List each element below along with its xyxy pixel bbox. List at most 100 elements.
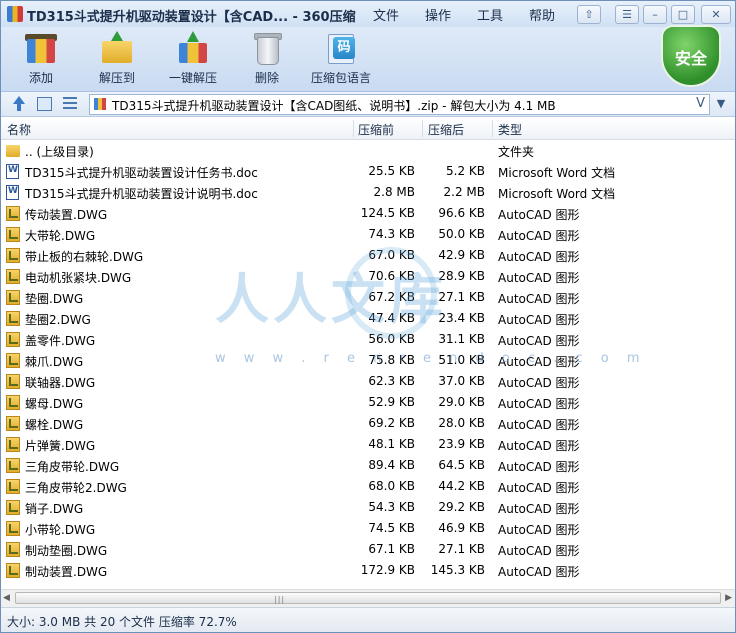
file-size-after: 44.2 KB [438,479,485,493]
column-compressed[interactable]: 压缩前 [358,121,394,138]
file-size-after: 27.1 KB [438,290,485,304]
table-row[interactable]: TD315斗式提升机驱动装置设计说明书.doc 2.8 MB 2.2 MB Micro… [1,182,735,203]
file-name: 制动垫圈.DWG [25,544,108,558]
file-type: AutoCAD 图形 [498,418,580,432]
up-arrow-icon[interactable] [11,96,27,112]
menu-help[interactable]: 帮助 [529,5,555,24]
dwg-file-icon [6,500,20,515]
table-row[interactable]: 小带轮.DWG 74.5 KB 46.9 KB AutoCAD 图形 [1,518,735,539]
dwg-file-icon [6,353,20,368]
file-name: 三角皮带轮.DWG [25,460,120,474]
table-row[interactable]: 三角皮带轮.DWG 89.4 KB 64.5 KB AutoCAD 图形 [1,455,735,476]
file-size-before: 62.3 KB [368,374,415,388]
close-button[interactable]: ✕ [701,5,731,24]
file-size-before: 48.1 KB [368,437,415,451]
file-size-after: 27.1 KB [438,542,485,556]
table-row[interactable]: 制动装置.DWG 172.9 KB 145.3 KB AutoCAD 图形 [1,560,735,581]
dwg-file-icon [6,416,20,431]
menu-operation[interactable]: 操作 [425,5,451,24]
window-title: TD315斗式提升机驱动装置设计【含CAD... - 360压缩 [27,10,356,25]
security-button[interactable]: 安全 [661,25,721,91]
menu-file[interactable]: 文件 [373,5,399,24]
delete-button[interactable]: 删除 [233,31,301,89]
file-type: AutoCAD 图形 [498,544,580,558]
list-header: 名称 压缩前 压缩后 类型 [1,118,735,140]
history-dropdown-icon[interactable]: ▼ [711,95,731,113]
table-row[interactable]: 制动垫圈.DWG 67.1 KB 27.1 KB AutoCAD 图形 [1,539,735,560]
dwg-file-icon [6,563,20,578]
table-row[interactable]: .. (上级目录) 文件夹 [1,140,735,161]
archive-language-button[interactable]: 码 压缩包语言 [307,31,375,89]
scroll-left-icon[interactable]: ◀ [3,593,10,603]
minimize-button[interactable]: – [643,5,667,24]
table-row[interactable]: 带止板的右棘轮.DWG 67.0 KB 42.9 KB AutoCAD 图形 [1,245,735,266]
table-row[interactable]: 传动装置.DWG 124.5 KB 96.6 KB AutoCAD 图形 [1,203,735,224]
thumbnail-view-icon[interactable] [37,97,52,111]
table-row[interactable]: 垫圈2.DWG 47.4 KB 23.4 KB AutoCAD 图形 [1,308,735,329]
extract-to-button[interactable]: 解压到 [83,31,151,89]
file-type: AutoCAD 图形 [498,481,580,495]
path-dropdown-icon[interactable]: V [696,96,705,111]
file-size-before: 124.5 KB [360,206,415,220]
file-name: 联轴器.DWG [25,376,96,390]
scroll-thumb[interactable]: ||| [15,592,721,604]
file-type: AutoCAD 图形 [498,376,580,390]
dwg-file-icon [6,332,20,347]
table-row[interactable]: 联轴器.DWG 62.3 KB 37.0 KB AutoCAD 图形 [1,371,735,392]
file-type: AutoCAD 图形 [498,502,580,516]
file-type: Microsoft Word 文档 [498,166,616,180]
horizontal-scrollbar[interactable]: ◀ ||| ▶ [1,589,735,607]
file-name: 棘爪.DWG [25,355,84,369]
file-list: .. (上级目录) 文件夹 TD315斗式提升机驱动装置设计任务书.doc 25.5 … [1,140,735,589]
file-size-after: 28.0 KB [438,416,485,430]
table-row[interactable]: 三角皮带轮2.DWG 68.0 KB 44.2 KB AutoCAD 图形 [1,476,735,497]
table-row[interactable]: 螺母.DWG 52.9 KB 29.0 KB AutoCAD 图形 [1,392,735,413]
table-row[interactable]: TD315斗式提升机驱动装置设计任务书.doc 25.5 KB 5.2 KB Micr… [1,161,735,182]
skin-button[interactable]: ⇧ [577,5,601,24]
table-row[interactable]: 盖零件.DWG 56.0 KB 31.1 KB AutoCAD 图形 [1,329,735,350]
dwg-file-icon [6,311,20,326]
file-name: 螺母.DWG [25,397,84,411]
table-row[interactable]: 垫圈.DWG 67.2 KB 27.1 KB AutoCAD 图形 [1,287,735,308]
file-name: 传动装置.DWG [25,208,108,222]
app-logo-icon [7,6,23,22]
file-name: 三角皮带轮2.DWG [25,481,127,495]
folder-icon [6,145,20,157]
file-type: AutoCAD 图形 [498,439,580,453]
file-name: TD315斗式提升机驱动装置设计说明书.doc [25,187,258,201]
file-type: 文件夹 [498,145,535,159]
scroll-right-icon[interactable]: ▶ [725,593,732,603]
file-type: AutoCAD 图形 [498,292,580,306]
file-size-before: 172.9 KB [360,563,415,577]
file-name: 小带轮.DWG [25,523,96,537]
list-view-icon[interactable] [63,97,77,109]
column-original[interactable]: 压缩后 [428,121,464,138]
file-type: AutoCAD 图形 [498,355,580,369]
maximize-button[interactable]: □ [671,5,695,24]
column-type[interactable]: 类型 [498,121,522,138]
file-size-after: 28.9 KB [438,269,485,283]
file-name: 制动装置.DWG [25,565,108,579]
table-row[interactable]: 销子.DWG 54.3 KB 29.2 KB AutoCAD 图形 [1,497,735,518]
table-row[interactable]: 螺栓.DWG 69.2 KB 28.0 KB AutoCAD 图形 [1,413,735,434]
table-row[interactable]: 棘爪.DWG 75.8 KB 51.0 KB AutoCAD 图形 [1,350,735,371]
file-name: 盖零件.DWG [25,334,96,348]
status-text: 大小: 3.0 MB 共 20 个文件 压缩率 72.7% [7,615,237,629]
one-click-extract-button[interactable]: 一键解压 [159,31,227,89]
table-row[interactable]: 片弹簧.DWG 48.1 KB 23.9 KB AutoCAD 图形 [1,434,735,455]
add-button[interactable]: 添加 [7,31,75,89]
menu-tools[interactable]: 工具 [477,5,503,24]
dwg-file-icon [6,206,20,221]
file-size-after: 50.0 KB [438,227,485,241]
table-row[interactable]: 电动机张紧块.DWG 70.6 KB 28.9 KB AutoCAD 图形 [1,266,735,287]
extract-folder-icon [100,31,134,65]
file-size-before: 74.3 KB [368,227,415,241]
path-field[interactable]: TD315斗式提升机驱动装置设计【含CAD图纸、说明书】.zip - 解包大小为… [89,94,710,115]
main-menu-button[interactable]: ☰ [615,5,639,24]
table-row[interactable]: 大带轮.DWG 74.3 KB 50.0 KB AutoCAD 图形 [1,224,735,245]
dwg-file-icon [6,374,20,389]
word-doc-icon [6,185,19,200]
column-name[interactable]: 名称 [7,121,31,138]
file-name: 垫圈2.DWG [25,313,91,327]
encoding-glyph: 码 [333,37,355,59]
